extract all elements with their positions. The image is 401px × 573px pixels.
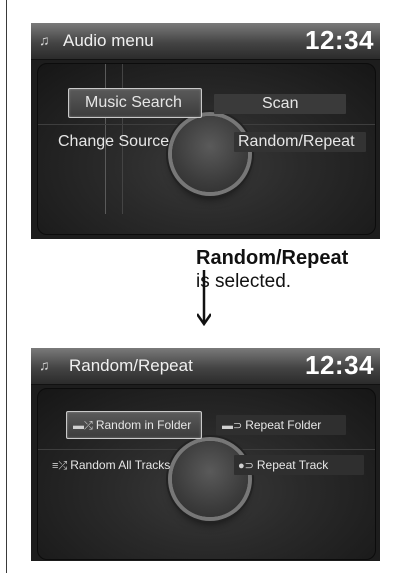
menu-item-label: Repeat Folder <box>245 418 322 432</box>
menu-item-label: Random/Repeat <box>238 133 355 150</box>
control-knob[interactable] <box>172 116 248 192</box>
clock: 12:34 <box>305 350 374 380</box>
music-note-icon: ♫ <box>39 32 50 48</box>
caption-text: is selected. <box>196 271 292 292</box>
menu-item-label: Change Source <box>58 133 170 150</box>
menu-item-row: ▬⊃ Repeat Folder <box>222 417 321 434</box>
screen-title: Random/Repeat <box>69 356 193 375</box>
random-all-tracks-button[interactable]: ≡⤮ Random All Tracks <box>48 455 182 475</box>
control-knob[interactable] <box>172 441 248 517</box>
folder-shuffle-icon: ▬⤮ <box>73 420 93 432</box>
caption: Random/Repeat is selected. <box>196 246 348 293</box>
menu-stage: Music Search Scan Change Source Random/R… <box>37 63 376 235</box>
page-margin-line <box>6 0 7 573</box>
folder-repeat-icon: ▬⊃ <box>222 420 243 432</box>
menu-item-label: Music Search <box>85 94 182 111</box>
repeat-folder-button[interactable]: ▬⊃ Repeat Folder <box>216 415 346 435</box>
menu-item-row: ≡⤮ Random All Tracks <box>52 457 170 474</box>
random-repeat-screen: ♫ Random/Repeat 12:34 ▬⤮ Random in Folder… <box>31 348 380 561</box>
audio-menu-screen: ♫ Audio menu 12:34 Music Search Scan Cha… <box>31 23 380 239</box>
scan-button[interactable]: Scan <box>214 94 346 114</box>
screen-title: Audio menu <box>63 31 154 50</box>
tracks-shuffle-icon: ≡⤮ <box>52 460 68 472</box>
track-repeat-icon: ●⊃ <box>238 460 254 472</box>
menu-item-row: ▬⤮ Random in Folder <box>73 417 191 434</box>
repeat-track-button[interactable]: ●⊃ Repeat Track <box>234 455 364 475</box>
music-search-button[interactable]: Music Search <box>68 88 202 118</box>
title-bar: ♫ Audio menu 12:34 <box>31 23 380 60</box>
menu-item-label: Random All Tracks <box>70 458 171 472</box>
menu-item-label: Repeat Track <box>256 458 329 472</box>
menu-item-label: Scan <box>262 95 299 112</box>
menu-stage: ▬⤮ Random in Folder ▬⊃ Repeat Folder ≡⤮ Ran… <box>37 388 376 560</box>
music-note-icon: ♫ <box>39 357 50 373</box>
random-repeat-button[interactable]: Random/Repeat <box>234 132 366 152</box>
caption-bold: Random/Repeat <box>196 247 349 269</box>
change-source-button[interactable]: Change Source <box>52 132 172 152</box>
menu-item-row: ●⊃ Repeat Track <box>238 457 328 474</box>
title-bar: ♫ Random/Repeat 12:34 <box>31 348 380 385</box>
menu-item-label: Random in Folder <box>95 418 192 432</box>
clock: 12:34 <box>305 25 374 55</box>
down-arrow-icon <box>197 270 211 326</box>
random-in-folder-button[interactable]: ▬⤮ Random in Folder <box>66 411 202 439</box>
